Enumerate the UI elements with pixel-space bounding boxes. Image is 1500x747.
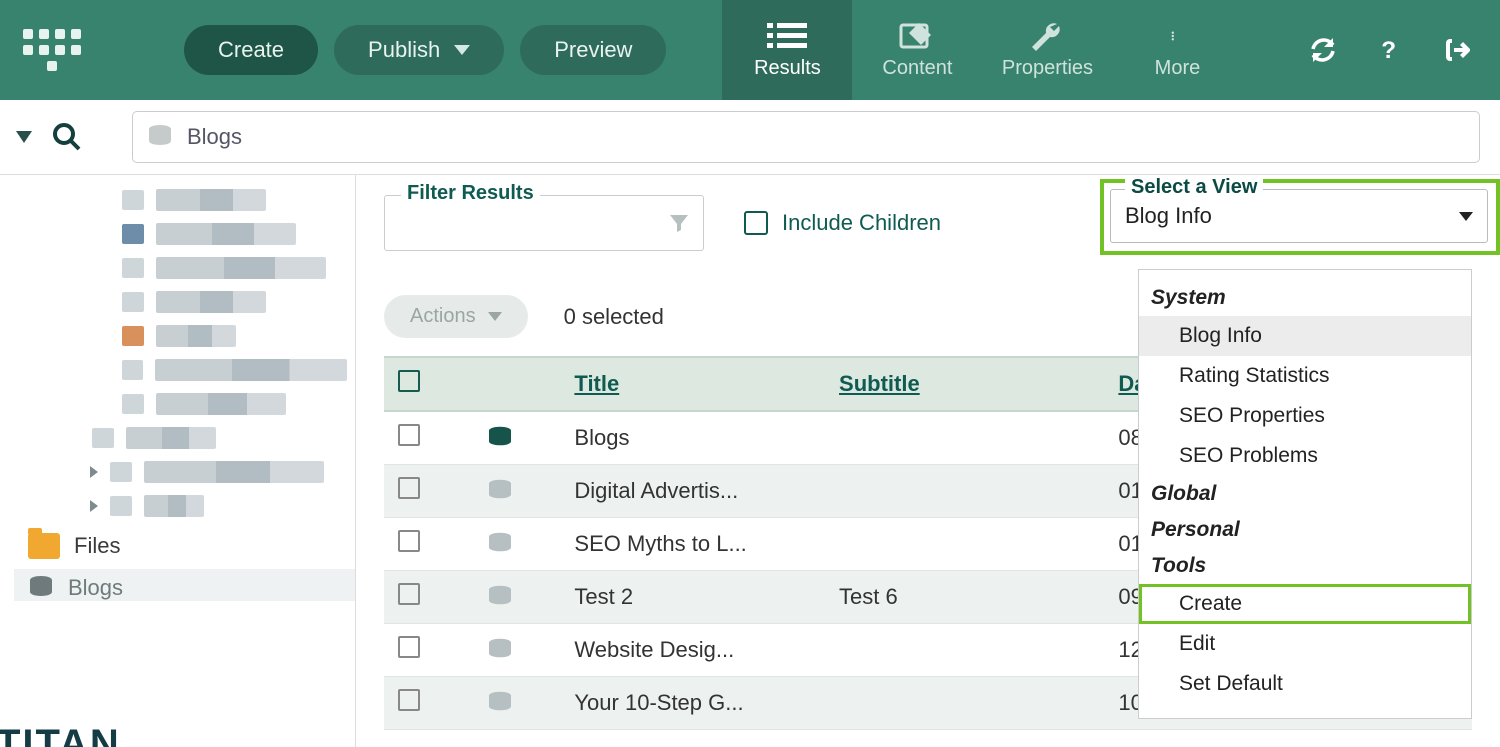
path-field[interactable]: Blogs xyxy=(132,111,1480,163)
select-view-dropdown[interactable]: Select a View Blog Info xyxy=(1110,189,1488,243)
cell-subtitle xyxy=(825,624,1104,677)
dropdown-group: Global xyxy=(1139,476,1471,512)
cell-subtitle xyxy=(825,518,1104,571)
cell-title: Digital Advertis... xyxy=(560,465,825,518)
svg-text:?: ? xyxy=(1381,37,1396,64)
database-icon xyxy=(486,426,546,450)
chevron-down-icon xyxy=(454,45,470,55)
row-checkbox[interactable] xyxy=(398,583,420,605)
database-icon xyxy=(486,638,546,662)
database-icon xyxy=(486,532,546,556)
tab-content-label: Content xyxy=(882,57,952,80)
actions-label: Actions xyxy=(410,305,476,328)
filter-results-label: Filter Results xyxy=(401,182,540,205)
dropdown-group: Tools xyxy=(1139,548,1471,584)
tab-properties-label: Properties xyxy=(1002,57,1093,80)
tab-properties[interactable]: Properties xyxy=(982,0,1112,100)
dropdown-group: System xyxy=(1139,280,1471,316)
funnel-icon xyxy=(667,211,691,235)
preview-button[interactable]: Preview xyxy=(520,25,666,75)
search-icon[interactable] xyxy=(52,122,82,152)
row-checkbox[interactable] xyxy=(398,636,420,658)
more-icon xyxy=(1157,21,1197,51)
cell-subtitle xyxy=(825,411,1104,465)
header-title[interactable]: Title xyxy=(560,357,825,411)
chevron-down-icon xyxy=(1459,212,1473,221)
cell-title: Test 2 xyxy=(560,571,825,624)
wrench-icon xyxy=(1027,21,1067,51)
tab-content[interactable]: Content xyxy=(852,0,982,100)
sidebar-blogs-label: Blogs xyxy=(68,575,123,601)
header-subtitle[interactable]: Subtitle xyxy=(825,357,1104,411)
dropdown-option[interactable]: Create xyxy=(1139,584,1471,624)
cell-title: Blogs xyxy=(560,411,825,465)
cell-subtitle: Test 6 xyxy=(825,571,1104,624)
select-view-highlight: Select a View Blog Info xyxy=(1100,179,1500,255)
cell-title: Your 10-Step G... xyxy=(560,677,825,730)
folder-icon xyxy=(28,533,60,559)
select-view-value: Blog Info xyxy=(1125,203,1212,229)
dropdown-option[interactable]: Set Default xyxy=(1139,664,1471,704)
row-checkbox[interactable] xyxy=(398,689,420,711)
refresh-icon[interactable] xyxy=(1308,35,1338,65)
row-checkbox[interactable] xyxy=(398,477,420,499)
brand-logo: TITAN xyxy=(0,722,121,747)
dropdown-group: Personal xyxy=(1139,512,1471,548)
row-checkbox[interactable] xyxy=(398,424,420,446)
filter-results-input[interactable]: Filter Results xyxy=(384,195,704,251)
cell-subtitle xyxy=(825,677,1104,730)
apps-menu-icon[interactable] xyxy=(20,18,84,82)
actions-button[interactable]: Actions xyxy=(384,295,528,338)
edit-icon xyxy=(897,21,937,51)
database-icon xyxy=(486,585,546,609)
publish-label: Publish xyxy=(368,37,440,63)
database-icon xyxy=(486,479,546,503)
include-children-label: Include Children xyxy=(782,210,941,236)
chevron-down-icon xyxy=(488,312,502,321)
path-dropdown-icon[interactable] xyxy=(16,131,32,143)
checkbox-icon xyxy=(744,211,768,235)
database-icon xyxy=(486,691,546,715)
create-button[interactable]: Create xyxy=(184,25,318,75)
sidebar-item-blogs[interactable]: Blogs xyxy=(14,569,355,601)
header-checkbox[interactable] xyxy=(384,357,472,411)
dropdown-option[interactable]: SEO Properties xyxy=(1139,396,1471,436)
cell-subtitle xyxy=(825,465,1104,518)
create-label: Create xyxy=(218,37,284,63)
database-icon xyxy=(28,575,54,601)
row-checkbox[interactable] xyxy=(398,530,420,552)
selected-count: 0 selected xyxy=(564,304,664,330)
tab-more-label: More xyxy=(1155,57,1201,80)
sidebar-item-files[interactable]: Files xyxy=(14,523,355,565)
include-children-checkbox[interactable]: Include Children xyxy=(744,210,941,236)
dropdown-option[interactable]: Edit xyxy=(1139,624,1471,664)
dropdown-option[interactable]: SEO Problems xyxy=(1139,436,1471,476)
sidebar-files-label: Files xyxy=(74,533,120,559)
tab-more[interactable]: More xyxy=(1112,0,1242,100)
select-view-label: Select a View xyxy=(1125,176,1263,199)
list-icon xyxy=(767,21,807,51)
tab-results[interactable]: Results xyxy=(722,0,852,100)
logout-icon[interactable] xyxy=(1440,35,1470,65)
help-icon[interactable]: ? xyxy=(1374,35,1404,65)
preview-label: Preview xyxy=(554,37,632,63)
cell-title: SEO Myths to L... xyxy=(560,518,825,571)
sidebar: Files Blogs TITAN xyxy=(0,175,356,747)
dropdown-option[interactable]: Rating Statistics xyxy=(1139,356,1471,396)
publish-button[interactable]: Publish xyxy=(334,25,504,75)
path-value: Blogs xyxy=(187,124,242,150)
tab-results-label: Results xyxy=(754,57,821,80)
cell-title: Website Desig... xyxy=(560,624,825,677)
select-view-panel: SystemBlog InfoRating StatisticsSEO Prop… xyxy=(1138,269,1472,719)
dropdown-option[interactable]: Blog Info xyxy=(1139,316,1471,356)
database-icon xyxy=(147,124,173,150)
